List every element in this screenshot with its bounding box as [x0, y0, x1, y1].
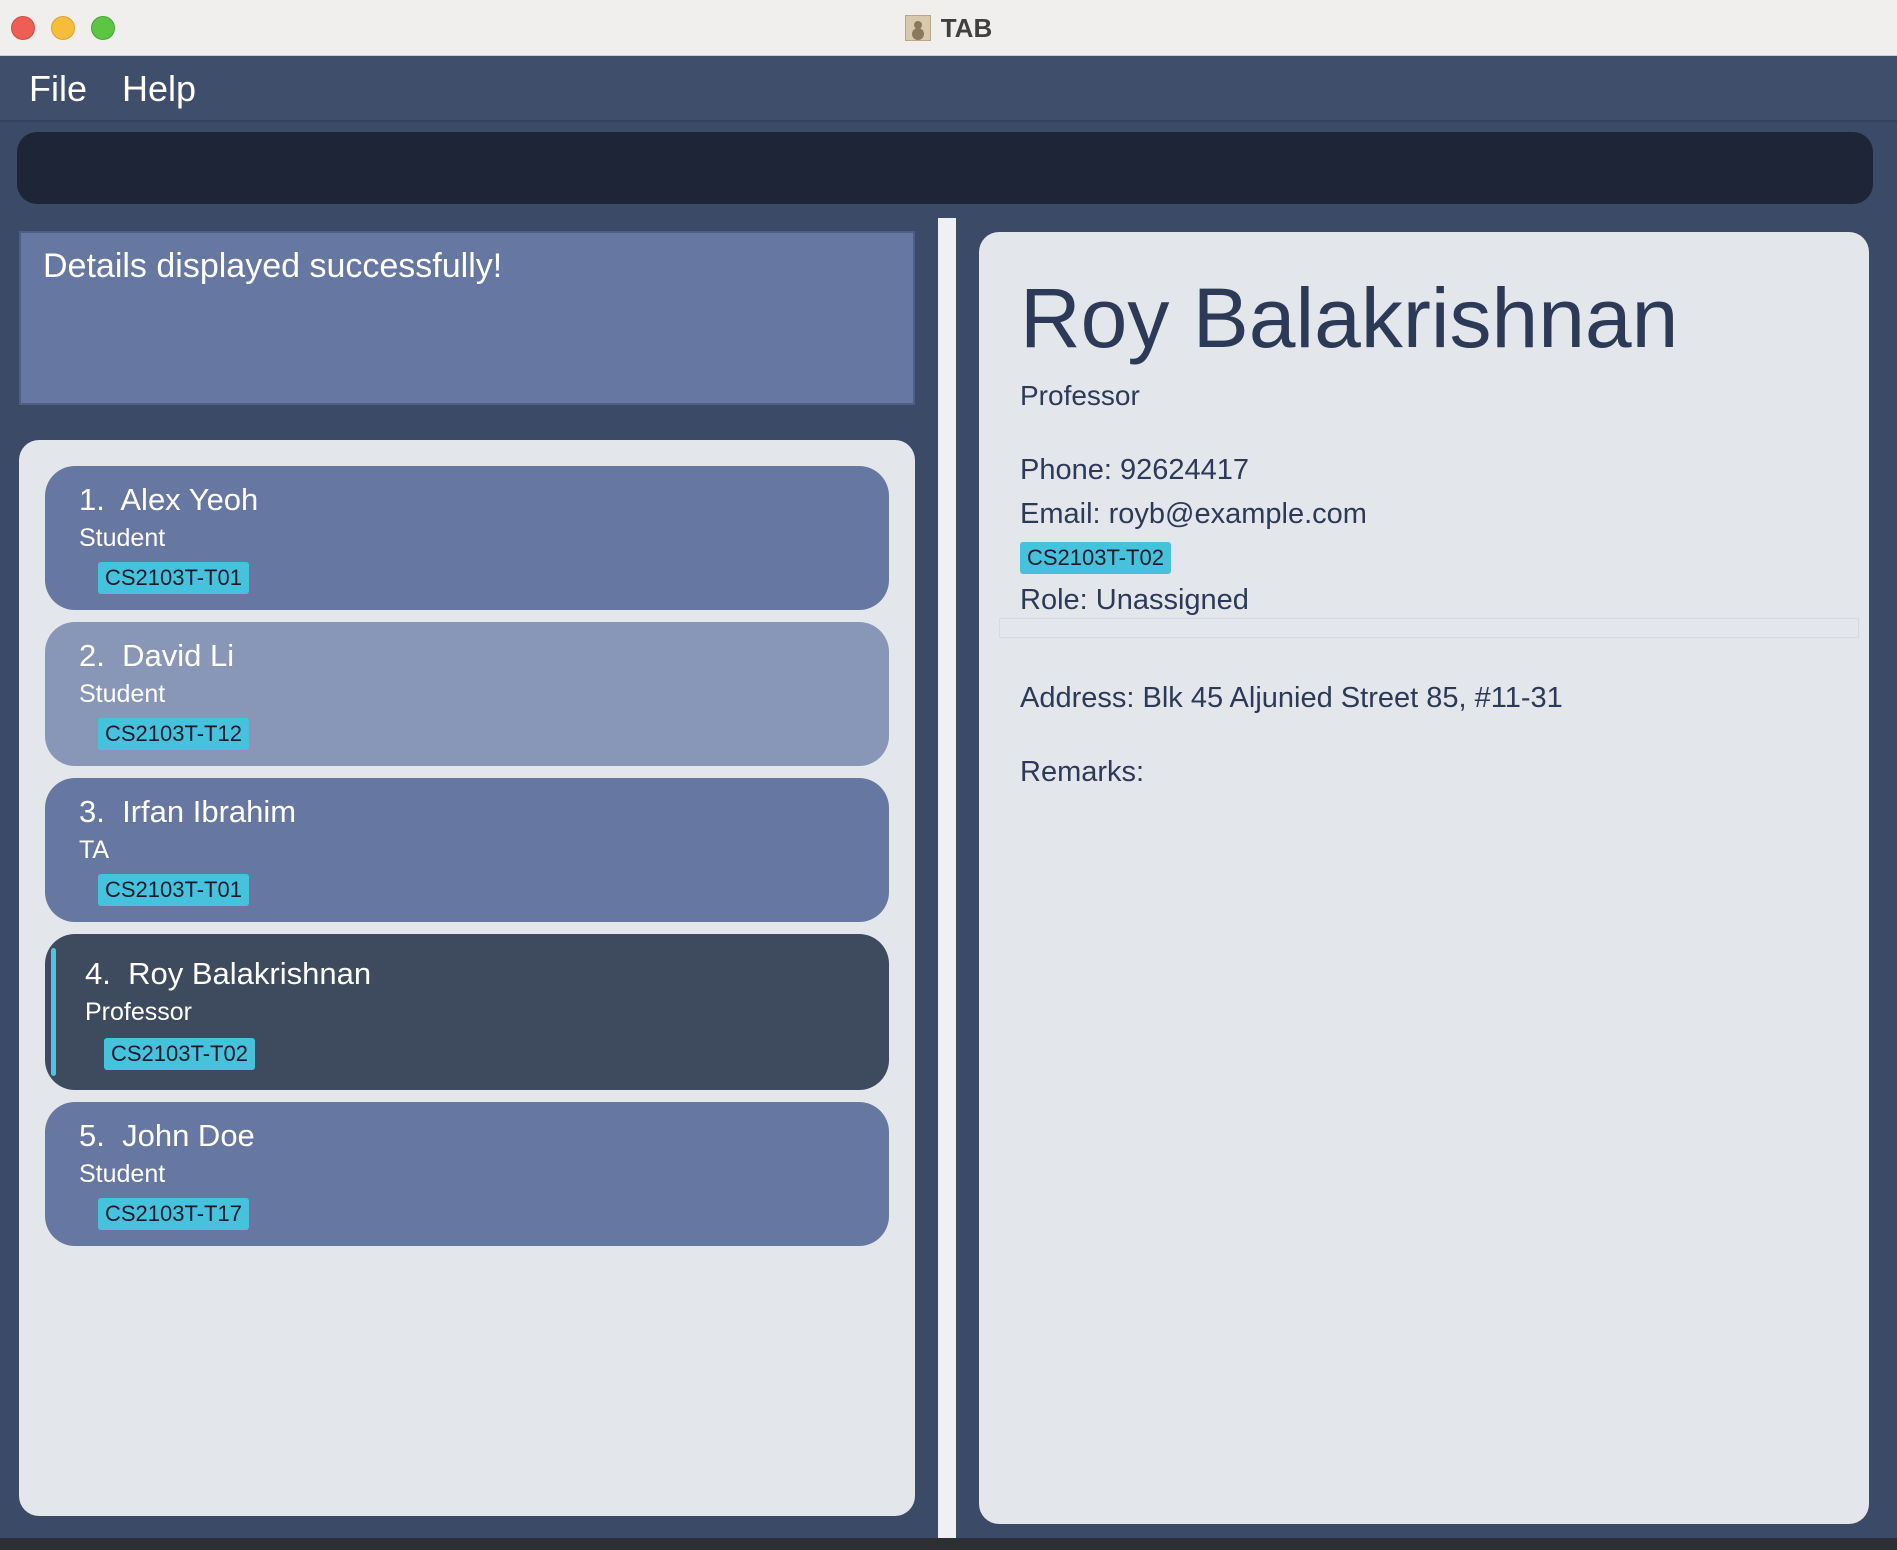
window-bottom-edge [0, 1538, 1897, 1550]
tutorial-tag: CS2103T-T17 [98, 1198, 249, 1230]
person-detail-panel: Roy Balakrishnan Professor Phone: 926244… [979, 232, 1869, 1524]
detail-phone: Phone: 92624417 [1020, 454, 1249, 486]
person-role: Student [79, 680, 166, 708]
detail-remarks: Remarks: [1020, 756, 1145, 788]
tutorial-tag: CS2103T-T01 [98, 874, 249, 906]
detail-name: Roy Balakrishnan [1020, 271, 1679, 365]
detail-separator [999, 618, 1859, 638]
person-list[interactable]: 1. Alex Yeoh Student CS2103T-T01 2. Davi… [19, 440, 915, 1516]
tutorial-tag: CS2103T-T01 [98, 562, 249, 594]
person-card[interactable]: 1. Alex Yeoh Student CS2103T-T01 [45, 466, 889, 610]
person-role: Student [79, 524, 166, 552]
person-role: TA [79, 836, 110, 864]
person-name: 2. David Li [79, 638, 235, 673]
person-name: 1. Alex Yeoh [79, 482, 259, 517]
detail-tutorial-tag: CS2103T-T02 [1020, 542, 1171, 574]
person-card[interactable]: 5. John Doe Student CS2103T-T17 [45, 1102, 889, 1246]
result-display: Details displayed successfully! [19, 231, 915, 405]
address-book-icon [904, 15, 931, 41]
menu-help[interactable]: Help [122, 68, 196, 110]
tutorial-tag: CS2103T-T12 [98, 718, 249, 750]
selection-indicator [51, 948, 56, 1076]
person-card-selected[interactable]: 4. Roy Balakrishnan Professor CS2103T-T0… [45, 934, 889, 1090]
right-panel-background [956, 218, 980, 1538]
detail-email: Email: royb@example.com [1020, 498, 1367, 530]
person-role: Professor [85, 998, 192, 1026]
window-titlebar: TAB [0, 0, 1897, 56]
window-title: TAB [940, 12, 993, 43]
person-card[interactable]: 2. David Li Student CS2103T-T12 [45, 622, 889, 766]
person-name: 4. Roy Balakrishnan [85, 956, 372, 991]
detail-role: Professor [1020, 380, 1140, 411]
person-name: 3. Irfan Ibrahim [79, 794, 297, 829]
command-input[interactable] [17, 132, 1873, 204]
detail-address: Address: Blk 45 Aljunied Street 85, #11-… [1020, 682, 1563, 714]
result-message: Details displayed successfully! [43, 247, 503, 285]
menu-file[interactable]: File [29, 68, 87, 110]
window-title-group: TAB [0, 0, 1897, 56]
tutorial-tag: CS2103T-T02 [104, 1038, 255, 1070]
person-role: Student [79, 1160, 166, 1188]
detail-assigned-role: Role: Unassigned [1020, 584, 1249, 616]
person-card[interactable]: 3. Irfan Ibrahim TA CS2103T-T01 [45, 778, 889, 922]
split-divider[interactable] [938, 218, 956, 1538]
person-name: 5. John Doe [79, 1118, 255, 1153]
menu-bar: File Help [0, 56, 1897, 122]
